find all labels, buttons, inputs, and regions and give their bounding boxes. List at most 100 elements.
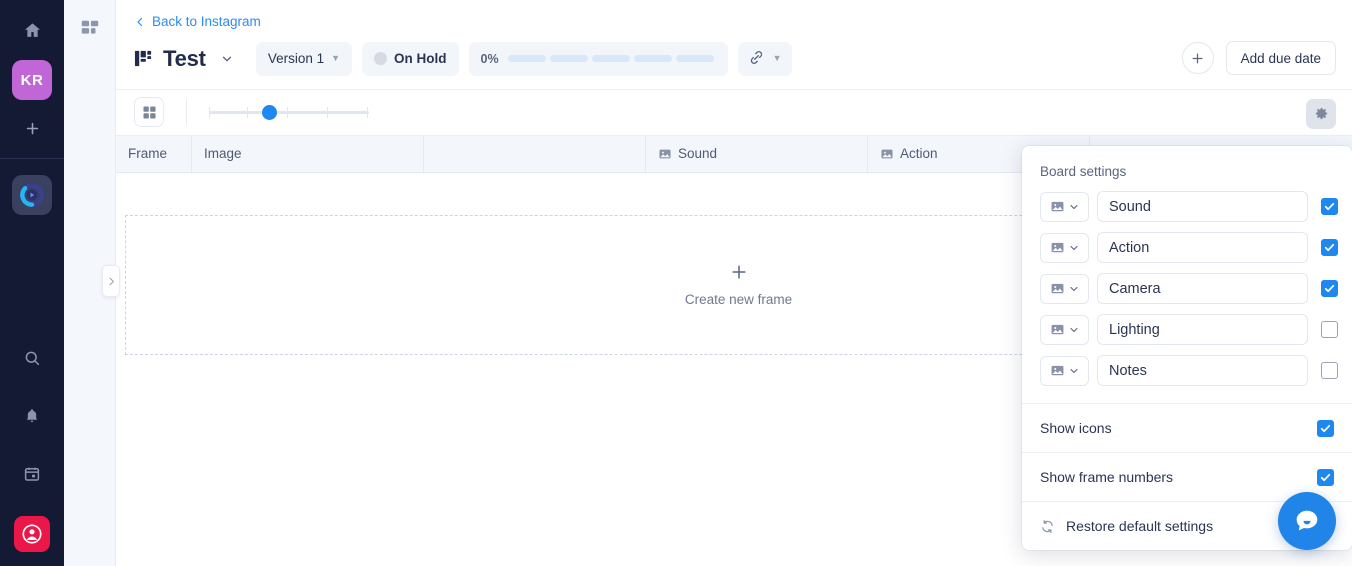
gear-icon[interactable] xyxy=(1306,98,1336,129)
show-icons-row[interactable]: Show icons xyxy=(1022,403,1352,452)
chevron-down-icon xyxy=(1068,365,1080,377)
image-icon xyxy=(1050,281,1065,296)
show-icons-label: Show icons xyxy=(1040,420,1112,436)
version-selector[interactable]: Version 1 ▼ xyxy=(255,41,353,76)
progress-segments xyxy=(507,55,714,62)
column-header-image[interactable]: Image xyxy=(192,135,424,172)
show-icons-checkbox[interactable] xyxy=(1317,419,1334,437)
search-icon[interactable] xyxy=(16,342,48,374)
column-header-blank[interactable] xyxy=(424,135,646,172)
home-icon[interactable] xyxy=(16,14,48,46)
rail-bottom-group xyxy=(14,342,50,566)
refresh-icon xyxy=(1040,519,1055,534)
grid-layout-icon[interactable] xyxy=(134,97,164,127)
progress-segment xyxy=(633,55,672,62)
column-header-frame[interactable]: Frame xyxy=(116,135,192,172)
column-label: Frame xyxy=(128,146,168,161)
create-new-frame-label: Create new frame xyxy=(684,292,793,307)
show-frame-numbers-checkbox[interactable] xyxy=(1317,468,1334,486)
field-name-input[interactable] xyxy=(1097,314,1308,345)
field-name-input[interactable] xyxy=(1097,273,1308,304)
field-icon-selector[interactable] xyxy=(1040,314,1089,345)
workspace-avatar[interactable]: KR xyxy=(12,60,52,100)
workspace-initials: KR xyxy=(20,71,44,89)
share-link-button[interactable]: ▼ xyxy=(737,41,792,76)
slider-thumb[interactable] xyxy=(262,105,277,120)
page-header: Back to Instagram Test Version 1 ▼ On Ho… xyxy=(116,0,1352,76)
image-icon xyxy=(880,147,894,161)
image-icon xyxy=(1050,240,1065,255)
status-dot-icon xyxy=(374,52,388,65)
field-visible-checkbox[interactable] xyxy=(1321,198,1338,215)
panel-expand-handle[interactable] xyxy=(102,265,120,297)
field-icon-selector[interactable] xyxy=(1040,191,1089,222)
progress-segment xyxy=(507,55,546,62)
chevron-down-icon xyxy=(1068,201,1080,213)
play-circle-logo-icon[interactable] xyxy=(12,175,52,215)
plus-icon xyxy=(729,262,749,285)
slider-tick xyxy=(209,107,210,118)
field-visible-checkbox[interactable] xyxy=(1321,321,1338,338)
slider-tick xyxy=(287,107,288,118)
field-visible-checkbox[interactable] xyxy=(1321,239,1338,256)
page-title: Test xyxy=(163,45,206,71)
slider-tick xyxy=(247,107,248,118)
settings-panel-title: Board settings xyxy=(1040,164,1127,179)
chat-bubble-icon[interactable] xyxy=(1278,492,1336,550)
status-badge[interactable]: On Hold xyxy=(362,41,459,76)
slider-track xyxy=(209,110,369,114)
add-due-date-label: Add due date xyxy=(1240,50,1321,66)
column-header-sound[interactable]: Sound xyxy=(646,135,868,172)
progress-percent: 0% xyxy=(480,51,499,66)
board-toolbar xyxy=(116,88,1352,136)
column-label: Image xyxy=(204,146,242,161)
settings-field-row xyxy=(1022,186,1352,227)
status-label: On Hold xyxy=(394,51,447,66)
secondary-nav-rail xyxy=(64,0,120,566)
settings-field-row xyxy=(1022,268,1352,309)
settings-field-row xyxy=(1022,309,1352,350)
add-button[interactable] xyxy=(1181,42,1214,74)
progress-segment xyxy=(549,55,588,62)
rail-divider xyxy=(0,158,64,159)
calendar-icon[interactable] xyxy=(16,458,48,490)
field-icon-selector[interactable] xyxy=(1040,232,1089,263)
image-icon xyxy=(1050,363,1065,378)
caret-down-icon: ▼ xyxy=(331,53,341,63)
grid-boards-icon[interactable] xyxy=(77,16,103,42)
field-visible-checkbox[interactable] xyxy=(1321,280,1338,297)
field-visible-checkbox[interactable] xyxy=(1321,362,1338,379)
board-settings-panel: Board settings Sound Action Camera Light… xyxy=(1022,146,1352,550)
chevron-left-icon xyxy=(134,16,146,28)
field-icon-selector[interactable] xyxy=(1040,273,1089,304)
chevron-down-icon[interactable] xyxy=(216,50,238,68)
show-frame-numbers-label: Show frame numbers xyxy=(1040,469,1174,485)
image-icon xyxy=(1050,322,1065,337)
image-icon xyxy=(1050,199,1065,214)
bell-icon[interactable] xyxy=(16,400,48,432)
back-link-label: Back to Instagram xyxy=(152,14,261,29)
back-to-instagram-link[interactable]: Back to Instagram xyxy=(134,12,261,31)
field-name-input[interactable] xyxy=(1097,191,1308,222)
add-due-date-button[interactable]: Add due date xyxy=(1225,41,1336,75)
primary-nav-rail: KR xyxy=(0,0,64,566)
chevron-down-icon xyxy=(1068,242,1080,254)
slider-tick xyxy=(367,107,368,118)
storyboard-icon xyxy=(134,49,153,68)
field-name-input[interactable] xyxy=(1097,232,1308,263)
user-avatar-icon[interactable] xyxy=(14,516,50,552)
settings-field-row xyxy=(1022,350,1352,391)
field-icon-selector[interactable] xyxy=(1040,355,1089,386)
chevron-down-icon xyxy=(1068,283,1080,295)
plus-icon[interactable] xyxy=(16,112,48,144)
app-root: KR Back to Instagram Test Version 1 ▼ On… xyxy=(0,0,1352,566)
header-actions: Add due date xyxy=(1181,41,1336,75)
main-content: Back to Instagram Test Version 1 ▼ On Ho… xyxy=(116,0,1352,566)
zoom-slider[interactable] xyxy=(209,100,369,124)
field-name-input[interactable] xyxy=(1097,355,1308,386)
board-title-row: Test Version 1 ▼ On Hold 0% ▼ xyxy=(134,41,1336,76)
settings-field-row xyxy=(1022,227,1352,268)
column-label: Action xyxy=(900,146,938,161)
progress-indicator: 0% xyxy=(468,41,728,76)
restore-label: Restore default settings xyxy=(1066,518,1214,534)
